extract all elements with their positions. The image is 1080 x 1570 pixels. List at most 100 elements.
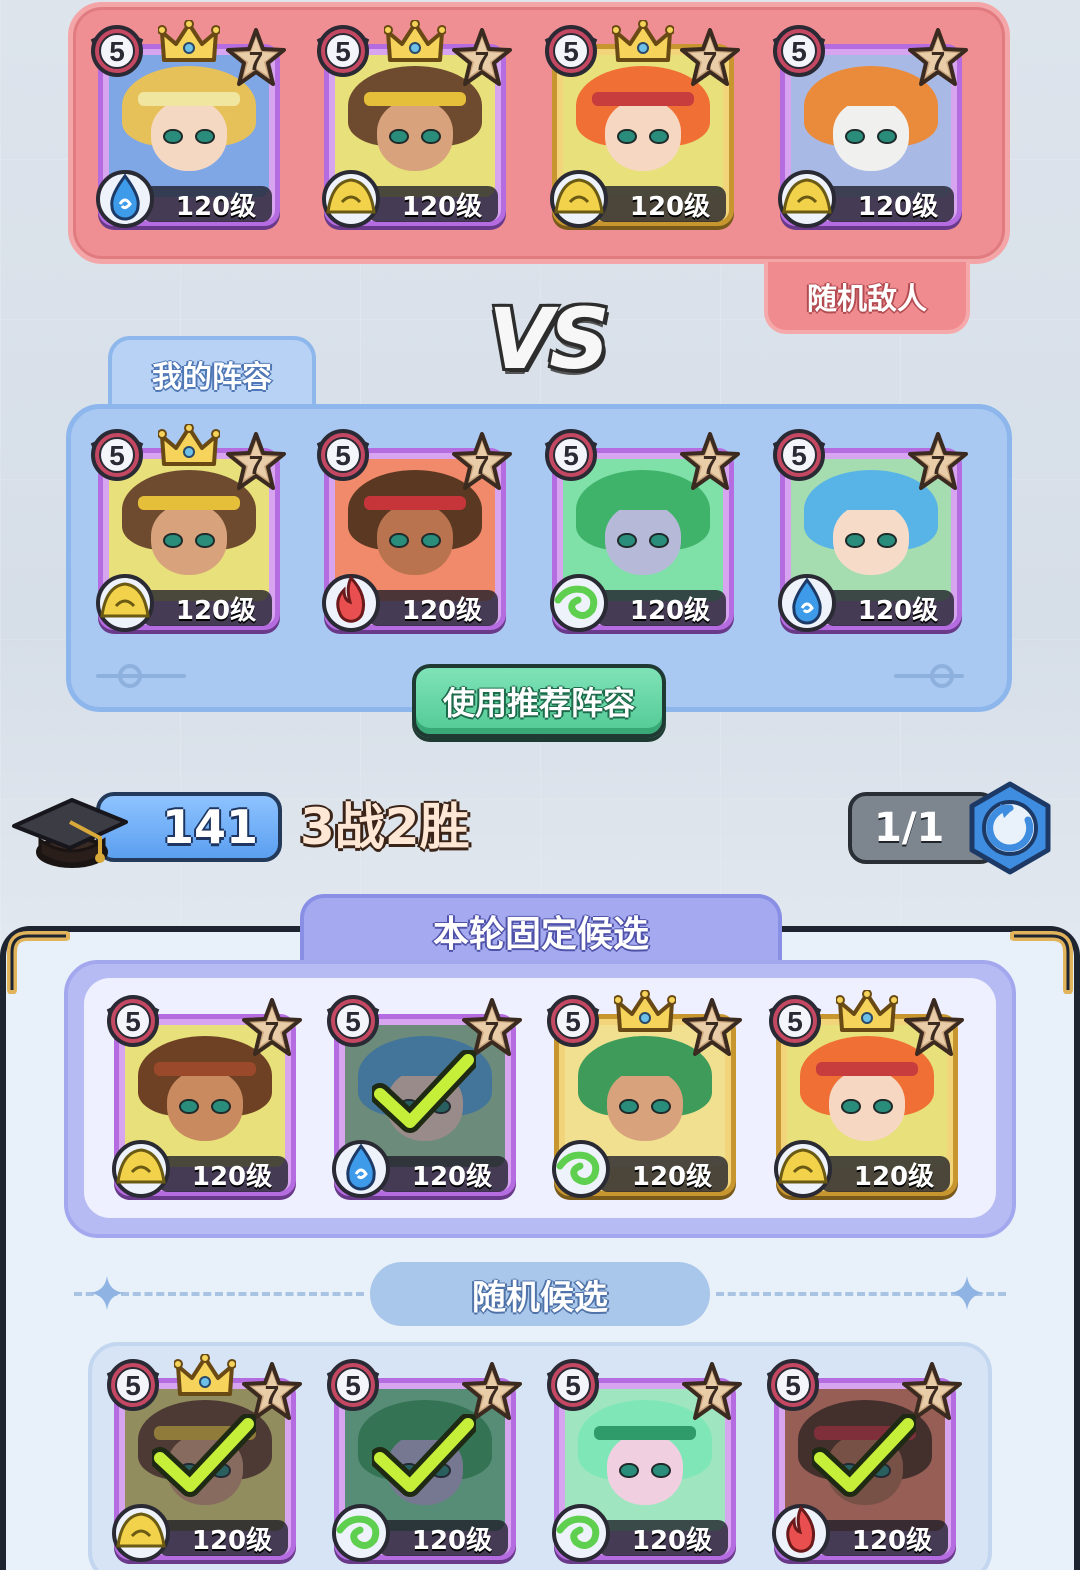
wind-element-icon bbox=[552, 1140, 610, 1198]
rank-star-icon: 7 bbox=[908, 432, 968, 490]
portrait-headband bbox=[363, 495, 467, 511]
star-level-badge-icon: 5 bbox=[106, 1359, 160, 1411]
portrait-headband bbox=[591, 495, 695, 511]
portrait-face bbox=[150, 100, 228, 172]
star-level-badge-icon: 5 bbox=[106, 995, 160, 1047]
svg-text:5: 5 bbox=[791, 440, 807, 471]
hero-level: 120级 bbox=[158, 1156, 288, 1192]
right-sparkle-icon bbox=[950, 1276, 984, 1310]
graduation-cap-icon bbox=[12, 798, 128, 868]
svg-text:5: 5 bbox=[335, 36, 351, 67]
random-candidate-hero-card[interactable]: 120级 5 7 bbox=[322, 1354, 522, 1566]
star-level-badge-icon: 5 bbox=[768, 995, 822, 1047]
svg-text:7: 7 bbox=[475, 450, 489, 480]
water-element-icon bbox=[778, 574, 836, 632]
random-enemy-tag: 随机敌人 bbox=[764, 262, 970, 334]
my-team-tab: 我的阵容 bbox=[108, 336, 316, 408]
svg-text:7: 7 bbox=[249, 450, 263, 480]
star-level-badge-icon: 5 bbox=[544, 429, 598, 481]
portrait-right-eye bbox=[421, 532, 441, 549]
svg-text:5: 5 bbox=[791, 36, 807, 67]
fixed-candidate-hero-card[interactable]: 120级 5 7 bbox=[542, 990, 742, 1202]
svg-text:7: 7 bbox=[265, 1380, 279, 1410]
use-recommended-lineup-button[interactable]: 使用推荐阵容 bbox=[412, 664, 666, 738]
earth-element-icon bbox=[112, 1504, 170, 1562]
checkmark-icon bbox=[152, 1414, 256, 1497]
fixed-candidate-hero-card[interactable]: 120级 5 7 bbox=[322, 990, 522, 1202]
enemy-hero-card[interactable]: 120级 5 7 bbox=[312, 20, 512, 232]
earth-element-icon bbox=[550, 170, 608, 228]
star-level-badge-icon: 5 bbox=[772, 25, 826, 77]
enemy-hero-card[interactable]: 120级 5 7 bbox=[86, 20, 286, 232]
rank-star-icon: 7 bbox=[902, 1362, 962, 1420]
portrait-left-eye bbox=[619, 1098, 639, 1115]
portrait-headband bbox=[363, 91, 467, 107]
portrait-face bbox=[150, 504, 228, 576]
refresh-icon[interactable] bbox=[962, 780, 1058, 876]
portrait-left-eye bbox=[389, 532, 409, 549]
svg-text:7: 7 bbox=[927, 1016, 941, 1046]
svg-text:7: 7 bbox=[925, 1380, 939, 1410]
rank-star-icon: 7 bbox=[242, 998, 302, 1056]
fixed-candidate-hero-card[interactable]: 120级 5 7 bbox=[764, 990, 964, 1202]
portrait-left-eye bbox=[841, 1098, 861, 1115]
svg-text:7: 7 bbox=[705, 1016, 719, 1046]
random-candidate-hero-card[interactable]: 120级 5 7 bbox=[542, 1354, 742, 1566]
earth-element-icon bbox=[778, 170, 836, 228]
portrait-face bbox=[376, 100, 454, 172]
rank-star-icon: 7 bbox=[908, 28, 968, 86]
enemy-hero-card[interactable]: 120级 5 7 bbox=[540, 20, 740, 232]
portrait-headband bbox=[593, 1061, 697, 1077]
portrait-right-eye bbox=[651, 1462, 671, 1479]
battle-record: 3战2胜 bbox=[300, 798, 470, 856]
rank-star-icon: 7 bbox=[452, 432, 512, 490]
portrait-right-eye bbox=[651, 1098, 671, 1115]
portrait-headband bbox=[819, 495, 923, 511]
portrait-headband bbox=[137, 91, 241, 107]
hero-level: 120级 bbox=[368, 186, 498, 222]
portrait-face bbox=[376, 504, 454, 576]
fixed-candidates-tab: 本轮固定候选 bbox=[300, 894, 782, 964]
rank-star-icon: 7 bbox=[462, 998, 522, 1056]
svg-text:5: 5 bbox=[345, 1370, 361, 1401]
checkmark-icon bbox=[372, 1050, 476, 1133]
portrait-left-eye bbox=[163, 532, 183, 549]
svg-text:5: 5 bbox=[785, 1370, 801, 1401]
my-team-hero-card[interactable]: 120级 5 7 bbox=[540, 424, 740, 636]
vs-label: VS bbox=[488, 290, 610, 388]
svg-text:5: 5 bbox=[565, 1370, 581, 1401]
portrait-left-eye bbox=[617, 128, 637, 145]
random-candidate-hero-card[interactable]: 120级 5 7 bbox=[102, 1354, 302, 1566]
svg-text:5: 5 bbox=[563, 440, 579, 471]
my-team-hero-card[interactable]: 120级 5 7 bbox=[768, 424, 968, 636]
my-team-hero-card[interactable]: 120级 5 7 bbox=[86, 424, 286, 636]
right-deco-circle bbox=[930, 664, 954, 688]
portrait-headband bbox=[153, 1061, 257, 1077]
my-team-hero-card[interactable]: 120级 5 7 bbox=[312, 424, 512, 636]
svg-text:7: 7 bbox=[265, 1016, 279, 1046]
crown-icon bbox=[158, 20, 220, 62]
earth-element-icon bbox=[112, 1140, 170, 1198]
hero-level: 120级 bbox=[596, 590, 726, 626]
wind-element-icon bbox=[332, 1504, 390, 1562]
star-level-badge-icon: 5 bbox=[316, 429, 370, 481]
rank-star-icon: 7 bbox=[682, 1362, 742, 1420]
random-candidate-hero-card[interactable]: 120级 5 7 bbox=[762, 1354, 962, 1566]
fixed-candidate-hero-card[interactable]: 120级 5 7 bbox=[102, 990, 302, 1202]
svg-text:5: 5 bbox=[125, 1370, 141, 1401]
crown-icon bbox=[836, 990, 898, 1032]
portrait-headband bbox=[591, 91, 695, 107]
random-candidates-label: 随机候选 bbox=[370, 1262, 710, 1326]
earth-element-icon bbox=[322, 170, 380, 228]
wind-element-icon bbox=[552, 1504, 610, 1562]
portrait-face bbox=[604, 100, 682, 172]
crown-icon bbox=[384, 20, 446, 62]
star-level-badge-icon: 5 bbox=[90, 25, 144, 77]
portrait-headband bbox=[593, 1425, 697, 1441]
svg-text:7: 7 bbox=[703, 46, 717, 76]
enemy-hero-card[interactable]: 120级 5 7 bbox=[768, 20, 968, 232]
hero-level: 120级 bbox=[158, 1520, 288, 1556]
svg-text:5: 5 bbox=[787, 1006, 803, 1037]
wind-element-icon bbox=[550, 574, 608, 632]
water-element-icon bbox=[332, 1140, 390, 1198]
